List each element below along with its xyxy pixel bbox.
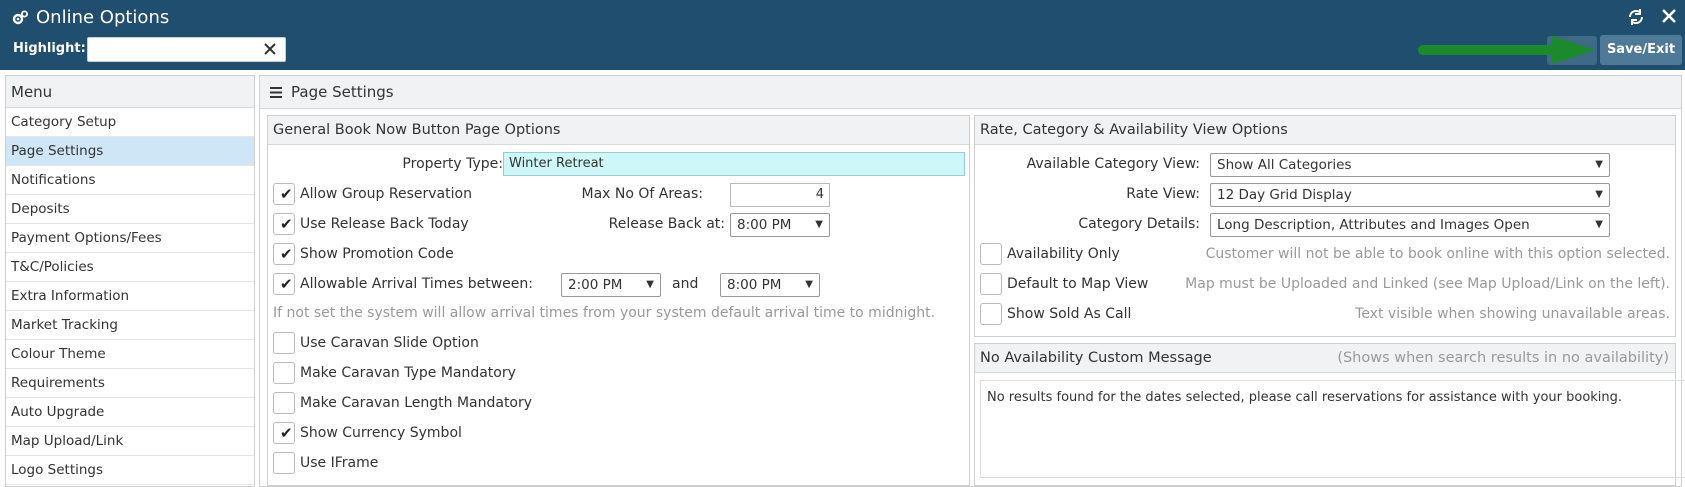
availability-only-label: Availability Only [1007,246,1120,262]
category-details-select[interactable]: Long Description, Attributes and Images … [1210,213,1610,237]
refresh-icon[interactable] [1627,8,1645,26]
page-title: Page Settings [291,83,394,101]
no-availability-hint: (Shows when search results in no availab… [1337,350,1669,366]
sold-as-call-note: Text visible when showing unavailable ar… [1355,306,1670,322]
caravan-slide-label: Use Caravan Slide Option [300,335,479,351]
currency-symbol-checkbox[interactable]: ✔ [273,422,295,444]
highlight-label: Highlight: [13,41,86,56]
rate-view-box: Rate, Category & Availability View Optio… [974,115,1676,337]
menu-item-auto-upgrade[interactable]: Auto Upgrade [6,398,254,427]
map-view-note: Map must be Uploaded and Linked (see Map… [1185,276,1670,292]
caret-down-icon: ▼ [1595,159,1603,170]
no-availability-message-input[interactable]: No results found for the dates selected,… [980,380,1685,478]
check-icon: ✔ [280,245,293,263]
arrival-and-label: and [672,276,699,292]
general-options-box: General Book Now Button Page Options Pro… [267,115,970,486]
check-icon: ✔ [280,185,293,203]
menu-item-page-settings[interactable]: Page Settings [6,137,254,166]
category-view-value: Show All Categories [1217,157,1352,173]
release-at-select[interactable]: 8:00 PM ▼ [730,213,830,237]
caravan-type-label: Make Caravan Type Mandatory [300,365,516,381]
max-areas-label: Max No Of Areas: [581,186,703,202]
allow-group-label: Allow Group Reservation [300,186,472,202]
release-back-label: Use Release Back Today [300,216,469,232]
save-exit-button[interactable]: Save/Exit [1600,35,1682,65]
release-back-checkbox[interactable]: ✔ [273,213,295,235]
caret-down-icon: ▼ [1595,219,1603,230]
availability-only-note: Customer will not be able to book online… [1205,246,1670,262]
rate-view-select[interactable]: 12 Day Grid Display ▼ [1210,183,1610,207]
arrival-from-select[interactable]: 2:00 PM ▼ [561,273,661,297]
menu-item-logo-settings[interactable]: Logo Settings [6,456,254,485]
rate-view-label: Rate View: [1126,186,1200,202]
property-type-input[interactable]: Winter Retreat [503,152,965,176]
window-title: Online Options [36,7,170,28]
property-type-label: Property Type: [402,156,503,172]
sold-as-call-checkbox[interactable] [980,303,1002,325]
green-arrow-icon [1418,36,1596,64]
close-icon[interactable] [1661,8,1677,24]
gears-icon [12,10,28,25]
iframe-label: Use IFrame [300,455,379,471]
arrival-to-select[interactable]: 8:00 PM ▼ [720,273,820,297]
category-view-label: Available Category View: [1026,156,1200,172]
main-header: Page Settings [260,76,1681,109]
release-at-label: Release Back at: [608,216,725,232]
arrival-to-value: 8:00 PM [727,277,782,293]
promo-code-checkbox[interactable]: ✔ [273,243,295,265]
menu-item-requirements[interactable]: Requirements [6,369,254,398]
iframe-checkbox[interactable] [273,452,295,474]
caravan-length-checkbox[interactable] [273,392,295,414]
max-areas-input[interactable]: 4 [730,183,830,207]
check-icon: ✔ [280,275,293,293]
menu-item-payment-options[interactable]: Payment Options/Fees [6,224,254,253]
category-details-label: Category Details: [1078,216,1200,232]
main-panel: Page Settings General Book Now Button Pa… [259,75,1685,487]
menu-header: Menu [6,76,254,108]
release-at-value: 8:00 PM [737,217,792,233]
menu-item-tc-policies[interactable]: T&C/Policies [6,253,254,282]
menu-item-extra-information[interactable]: Extra Information [6,282,254,311]
menu-item-deposits[interactable]: Deposits [6,195,254,224]
promo-code-label: Show Promotion Code [300,246,454,262]
menu-item-category-setup[interactable]: Category Setup [6,108,254,137]
availability-only-checkbox[interactable] [980,243,1002,265]
arrival-times-checkbox[interactable]: ✔ [273,273,295,295]
caret-down-icon: ▼ [815,219,823,230]
allow-group-checkbox[interactable]: ✔ [273,183,295,205]
caravan-slide-checkbox[interactable] [273,332,295,354]
hamburger-icon[interactable] [270,87,282,98]
arrival-from-value: 2:00 PM [568,277,623,293]
map-view-label: Default to Map View [1007,276,1149,292]
caravan-length-label: Make Caravan Length Mandatory [300,395,533,411]
arrival-note: If not set the system will allow arrival… [273,305,936,321]
arrival-times-label: Allowable Arrival Times between: [300,276,533,292]
highlight-input[interactable] [87,37,286,62]
caravan-type-checkbox[interactable] [273,362,295,384]
category-details-value: Long Description, Attributes and Images … [1217,217,1530,233]
caret-down-icon: ▼ [1595,189,1603,200]
caret-down-icon: ▼ [646,279,654,290]
map-view-checkbox[interactable] [980,273,1002,295]
check-icon: ✔ [280,424,293,442]
no-availability-box: No Availability Custom Message (Shows wh… [974,343,1685,486]
menu-item-colour-theme[interactable]: Colour Theme [6,340,254,369]
menu-panel: Menu Category Setup Page Settings Notifi… [5,75,255,487]
currency-symbol-label: Show Currency Symbol [300,425,462,441]
general-options-header: General Book Now Button Page Options [268,116,969,145]
no-availability-title: No Availability Custom Message [980,350,1212,366]
menu-item-market-tracking[interactable]: Market Tracking [6,311,254,340]
check-icon: ✔ [280,215,293,233]
rate-view-value: 12 Day Grid Display [1217,187,1352,203]
clear-highlight-icon[interactable] [263,42,277,56]
category-view-select[interactable]: Show All Categories ▼ [1210,153,1610,177]
menu-item-notifications[interactable]: Notifications [6,166,254,195]
top-bar: Online Options Highlight: Save/Exit [0,0,1685,70]
sold-as-call-label: Show Sold As Call [1007,306,1132,322]
rate-view-header: Rate, Category & Availability View Optio… [975,116,1675,145]
caret-down-icon: ▼ [805,279,813,290]
no-availability-header: No Availability Custom Message (Shows wh… [975,344,1675,373]
menu-item-map-upload-link[interactable]: Map Upload/Link [6,427,254,456]
